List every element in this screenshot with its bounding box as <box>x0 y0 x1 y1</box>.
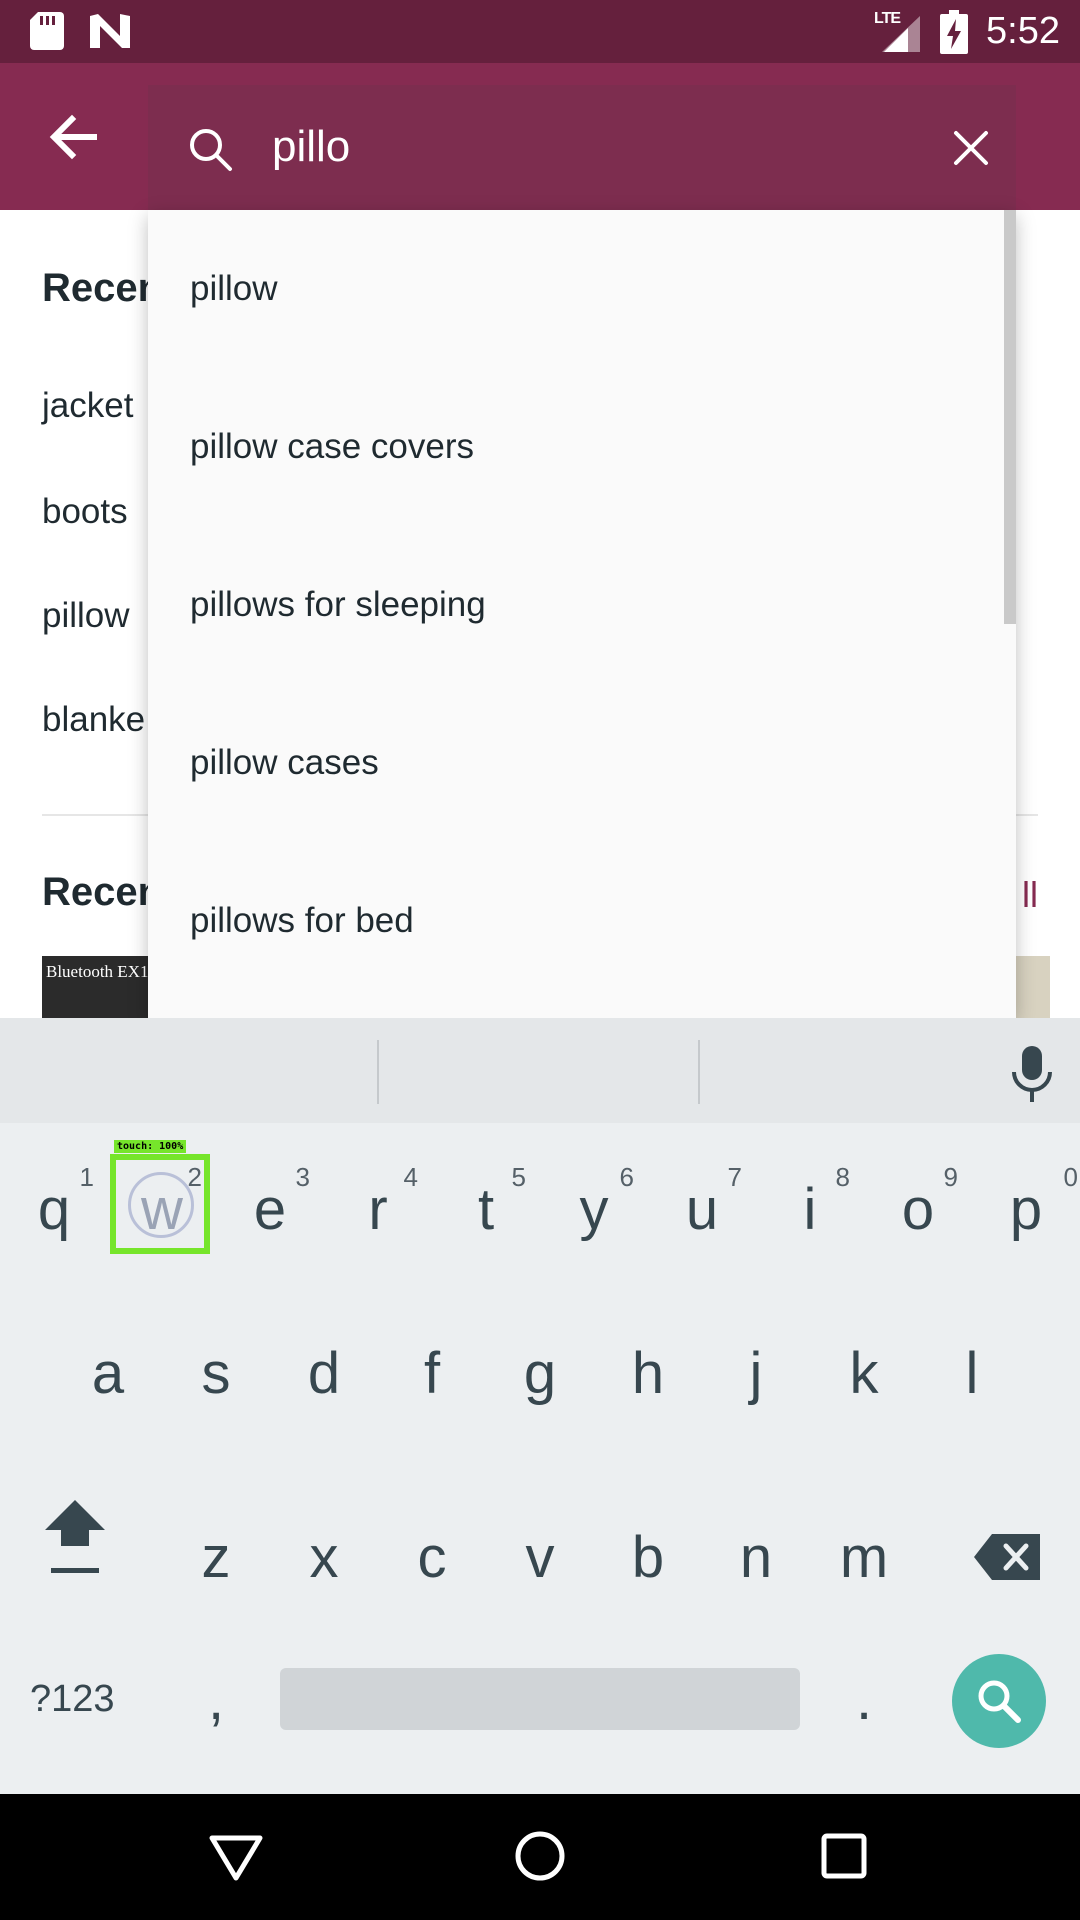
recent-searches-heading: Recen <box>42 266 163 310</box>
key-z[interactable]: z <box>162 1502 270 1612</box>
back-triangle-icon[interactable] <box>206 1826 266 1886</box>
touch-indicator: touch: 100% <box>110 1140 210 1254</box>
key-label: y <box>579 1176 609 1242</box>
key-label: p <box>1009 1176 1043 1242</box>
key-v[interactable]: v <box>486 1502 594 1612</box>
recent-search-item[interactable]: blanke <box>42 700 145 740</box>
recent-search-item[interactable]: jacket <box>42 386 133 426</box>
strip-separator <box>698 1040 700 1104</box>
key-r[interactable]: r4 <box>324 1154 432 1264</box>
app-bar <box>0 63 1080 210</box>
key-label: e <box>253 1176 287 1242</box>
shift-icon <box>45 1500 105 1573</box>
key-g[interactable]: g <box>486 1318 594 1428</box>
recent-search-item[interactable]: boots <box>42 492 128 532</box>
key-c[interactable]: c <box>378 1502 486 1612</box>
suggestion-item[interactable]: pillow cases <box>148 684 1008 842</box>
search-action-key[interactable] <box>952 1654 1046 1748</box>
key-s[interactable]: s <box>162 1318 270 1428</box>
key-label: q <box>37 1176 71 1242</box>
product-thumbnail[interactable] <box>1010 956 1050 1018</box>
soft-keyboard: q1 w2 e3 r4 t5 y6 u7 i8 o9 p0 touch: 100… <box>0 1018 1080 1794</box>
suggestion-item[interactable]: pillows for bed <box>148 842 1008 1000</box>
period-key[interactable]: . <box>810 1644 918 1754</box>
key-n[interactable]: n <box>702 1502 810 1612</box>
search-input[interactable] <box>272 117 872 177</box>
key-hint: 4 <box>403 1162 418 1192</box>
suggestion-item[interactable]: pillow <box>148 210 1008 368</box>
key-label: u <box>685 1176 719 1242</box>
search-icon <box>978 1680 1021 1723</box>
recent-search-item[interactable]: pillow <box>42 596 130 636</box>
key-x[interactable]: x <box>270 1502 378 1612</box>
recently-viewed-heading: Recen <box>42 870 163 914</box>
dropdown-scrollbar[interactable] <box>1004 210 1016 624</box>
key-m[interactable]: m <box>810 1502 918 1612</box>
signal-icon <box>882 16 920 52</box>
notification-n-icon <box>90 14 130 48</box>
backspace-key[interactable] <box>952 1502 1062 1612</box>
spacebar[interactable] <box>280 1668 800 1730</box>
key-label: i <box>803 1176 817 1242</box>
battery-charging-icon <box>940 10 968 54</box>
key-h[interactable]: h <box>594 1318 702 1428</box>
clock: 5:52 <box>986 10 1060 52</box>
shift-key[interactable] <box>20 1480 130 1590</box>
key-y[interactable]: y6 <box>540 1154 648 1264</box>
key-k[interactable]: k <box>810 1318 918 1428</box>
key-o[interactable]: o9 <box>864 1154 972 1264</box>
key-hint: 9 <box>943 1162 958 1192</box>
key-label: t <box>477 1176 495 1242</box>
key-q[interactable]: q1 <box>0 1154 108 1264</box>
key-hint: 7 <box>727 1162 742 1192</box>
comma-key[interactable]: , <box>162 1644 270 1754</box>
suggestion-item[interactable]: pillow case covers <box>148 368 1008 526</box>
navigation-bar <box>0 1794 1080 1920</box>
key-j[interactable]: j <box>702 1318 810 1428</box>
home-circle-icon[interactable] <box>510 1826 570 1886</box>
microphone-icon[interactable] <box>1008 1044 1056 1104</box>
suggestion-item[interactable]: pillows for sleeping <box>148 526 1008 684</box>
key-p[interactable]: p0 <box>972 1154 1080 1264</box>
key-d[interactable]: d <box>270 1318 378 1428</box>
key-l[interactable]: l <box>918 1318 1026 1428</box>
touch-label: touch: 100% <box>114 1140 187 1153</box>
search-box <box>148 85 1016 210</box>
product-thumbnail[interactable]: Bluetooth EX1 <box>42 956 152 1018</box>
back-arrow-icon[interactable] <box>44 107 104 167</box>
sd-card-icon <box>30 12 64 50</box>
recents-square-icon[interactable] <box>814 1826 874 1886</box>
key-label: o <box>901 1176 935 1242</box>
backspace-icon <box>974 1534 1040 1580</box>
symbols-key[interactable]: ?123 <box>30 1678 115 1721</box>
key-hint: 6 <box>619 1162 634 1192</box>
key-hint: 3 <box>295 1162 310 1192</box>
key-label: r <box>368 1176 388 1242</box>
strip-separator <box>377 1040 379 1104</box>
status-bar: LTE 5:52 <box>0 0 1080 63</box>
key-i[interactable]: i8 <box>756 1154 864 1264</box>
key-b[interactable]: b <box>594 1502 702 1612</box>
key-u[interactable]: u7 <box>648 1154 756 1264</box>
key-hint: 5 <box>511 1162 526 1192</box>
keyboard-suggestion-strip <box>0 1018 1080 1123</box>
search-icon <box>190 129 232 171</box>
key-hint: 1 <box>79 1162 94 1192</box>
key-hint: 8 <box>835 1162 850 1192</box>
key-a[interactable]: a <box>54 1318 162 1428</box>
key-e[interactable]: e3 <box>216 1154 324 1264</box>
clear-search-icon[interactable] <box>948 125 994 171</box>
view-all-link[interactable]: ll <box>1022 874 1038 916</box>
key-hint: 0 <box>1063 1162 1078 1192</box>
key-t[interactable]: t5 <box>432 1154 540 1264</box>
touch-circle <box>128 1172 194 1238</box>
search-suggestions-dropdown: pillow pillow case covers pillows for sl… <box>148 210 1016 1018</box>
key-f[interactable]: f <box>378 1318 486 1428</box>
